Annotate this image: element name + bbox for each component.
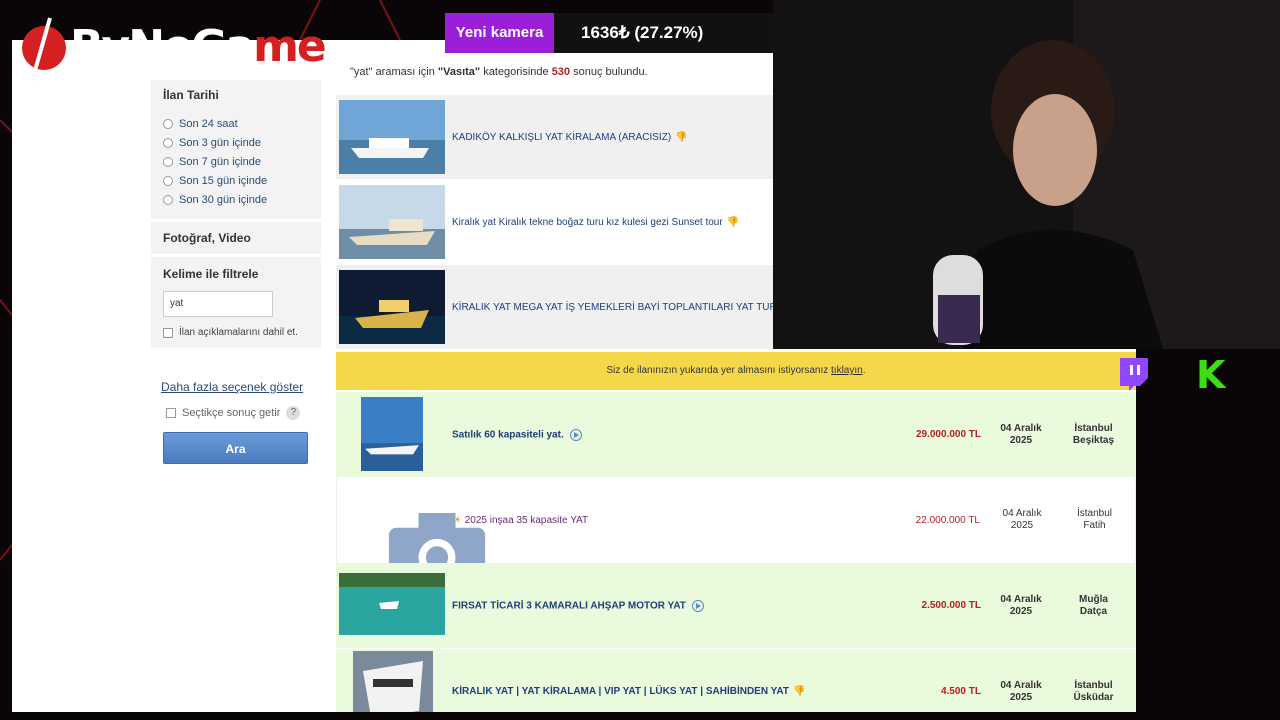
promotion-banner: Siz de ilanınızın yukarıda yer almasını … <box>336 352 1136 390</box>
twitch-icon <box>1120 358 1148 391</box>
checkbox[interactable] <box>166 408 176 418</box>
listing-location: Muğla Datça <box>1079 593 1108 617</box>
channel-logo: ByNoGame <box>20 16 327 76</box>
webcam-feed <box>773 0 1280 349</box>
listing-title[interactable]: KİRALIK YAT MEGA YAT İŞ YEMEKLERİ BAYİ T… <box>452 302 777 313</box>
table-row[interactable]: FIRSAT TİCARİ 3 KAMARALI AHŞAP MOTOR YAT… <box>336 563 1136 649</box>
listing-photo[interactable] <box>353 651 433 712</box>
results-count: 530 <box>551 66 571 78</box>
banner-end: . <box>862 365 866 376</box>
listing-price: 4.500 TL <box>940 686 981 697</box>
date-option-24h[interactable]: Son 24 saat <box>163 114 309 133</box>
checkbox[interactable] <box>163 327 173 338</box>
listing-photo[interactable] <box>339 185 445 259</box>
date-option-label: Son 24 saat <box>179 117 238 130</box>
listing-price: 2.500.000 TL <box>921 600 981 611</box>
include-desc-option[interactable]: İlan açıklamalarını dahil et. <box>163 327 309 338</box>
listing-photo[interactable] <box>339 270 445 344</box>
radio-button[interactable] <box>163 175 173 186</box>
listing-date: 04 Aralık 2025 <box>1000 679 1042 703</box>
table-row[interactable]: ☀ 2025 inşaa 35 kapasite YAT 22.000.000 … <box>336 478 1136 587</box>
date-option-7d[interactable]: Son 7 gün içinde <box>163 152 309 171</box>
listing-title[interactable]: Kiralık yat Kiralık tekne boğaz turu kız… <box>452 217 739 228</box>
table-row[interactable]: KİRALIK YAT | YAT KİRALAMA | VIP YAT | L… <box>336 649 1136 712</box>
listing-title[interactable]: KİRALIK YAT | YAT KİRALAMA | VIP YAT | L… <box>452 686 805 697</box>
keyword-input[interactable]: yat <box>163 291 273 317</box>
results-info: "yat" araması için "Vasıta" kategorisind… <box>350 66 648 78</box>
listing-photo[interactable] <box>339 573 445 635</box>
listing-location: İstanbul Beşiktaş <box>1072 422 1115 446</box>
thumbs-down-icon: 👎 <box>726 216 740 228</box>
banner-text: Siz de ilanınızın yukarıda yer almasını … <box>606 365 832 376</box>
date-filter-panel: İlan Tarihi Son 24 saat Son 3 gün içinde… <box>151 80 321 219</box>
listing-location: İstanbul Fatih <box>1076 508 1113 531</box>
radio-button[interactable] <box>163 194 173 205</box>
streamer-video <box>773 0 1280 349</box>
media-filter-panel[interactable]: Fotoğraf, Video <box>151 222 321 254</box>
table-row[interactable]: Satılık 60 kapasiteli yat. 29.000.000 TL… <box>336 392 1136 478</box>
logo-text-accent: me <box>253 20 327 72</box>
logo-text: ByNoGa <box>70 20 255 72</box>
listing-photo-placeholder[interactable] <box>340 483 486 587</box>
play-icon <box>569 428 582 441</box>
more-options-link[interactable]: Daha fazla seçenek göster <box>161 380 303 394</box>
thumbs-down-icon: 👎 <box>675 131 688 143</box>
results-prefix: "yat" araması için <box>350 66 438 78</box>
date-filter-title: İlan Tarihi <box>163 88 219 102</box>
listing-title[interactable]: Satılık 60 kapasiteli yat. <box>452 428 582 441</box>
radio-button[interactable] <box>163 118 173 129</box>
keyword-filter-panel: Kelime ile filtrele yat İlan açıklamalar… <box>151 257 321 348</box>
date-option-15d[interactable]: Son 15 gün içinde <box>163 171 309 190</box>
listing-title[interactable]: ☀ 2025 inşaa 35 kapasite YAT <box>453 515 588 526</box>
kick-icon: K <box>1196 353 1226 397</box>
search-button[interactable]: Ara <box>163 432 308 464</box>
logo-icon <box>22 17 66 75</box>
date-option-30d[interactable]: Son 30 gün içinde <box>163 190 309 209</box>
date-option-label: Son 7 gün içinde <box>179 155 261 168</box>
results-middle: kategorisinde <box>480 66 552 78</box>
radio-button[interactable] <box>163 137 173 148</box>
results-category: "Vasıta" <box>437 66 481 78</box>
filter-sidebar: İlan Tarihi Son 24 saat Son 3 gün içinde… <box>151 80 321 351</box>
listing-date: 04 Aralık 2025 <box>1000 422 1042 446</box>
results-suffix: sonuç bulundu. <box>570 66 648 78</box>
date-option-3d[interactable]: Son 3 gün içinde <box>163 133 309 152</box>
listing-date: 04 Aralık 2025 <box>1002 508 1042 531</box>
camera-badge: Yeni kamera <box>445 13 554 53</box>
help-icon[interactable]: ? <box>286 406 301 420</box>
listing-photo[interactable] <box>339 100 445 174</box>
listing-title[interactable]: KADIKÖY KALKIŞLI YAT KİRALAMA (ARACISIZ)… <box>452 132 688 143</box>
selective-label: Seçtikçe sonuç getir <box>182 407 281 419</box>
date-option-label: Son 30 gün içinde <box>179 193 268 206</box>
listing-price: 22.000.000 TL <box>915 514 980 526</box>
sun-icon: ☀ <box>453 514 462 526</box>
keyword-filter-title: Kelime ile filtrele <box>163 267 259 281</box>
listing-photo[interactable] <box>361 397 423 471</box>
donation-counter: 1636₺ (27.27%) <box>554 13 773 53</box>
listing-location: İstanbul Üsküdar <box>1073 679 1114 703</box>
listing-table: Satılık 60 kapasiteli yat. 29.000.000 TL… <box>336 392 1136 712</box>
selective-results-option[interactable]: Seçtikçe sonuç getir ? <box>166 406 301 420</box>
listing-date: 04 Aralık 2025 <box>1000 593 1042 617</box>
listing-price: 29.000.000 TL <box>915 429 981 440</box>
listing-title[interactable]: FIRSAT TİCARİ 3 KAMARALI AHŞAP MOTOR YAT <box>452 599 704 612</box>
banner-link[interactable]: tıklayın <box>831 365 863 376</box>
thumbs-down-icon: 👎 <box>793 686 806 697</box>
date-option-label: Son 3 gün içinde <box>179 136 261 149</box>
include-desc-label: İlan açıklamalarını dahil et. <box>179 327 298 338</box>
play-icon <box>691 599 704 612</box>
date-option-label: Son 15 gün içinde <box>179 174 268 187</box>
radio-button[interactable] <box>163 156 173 167</box>
media-filter-title: Fotoğraf, Video <box>163 231 251 245</box>
